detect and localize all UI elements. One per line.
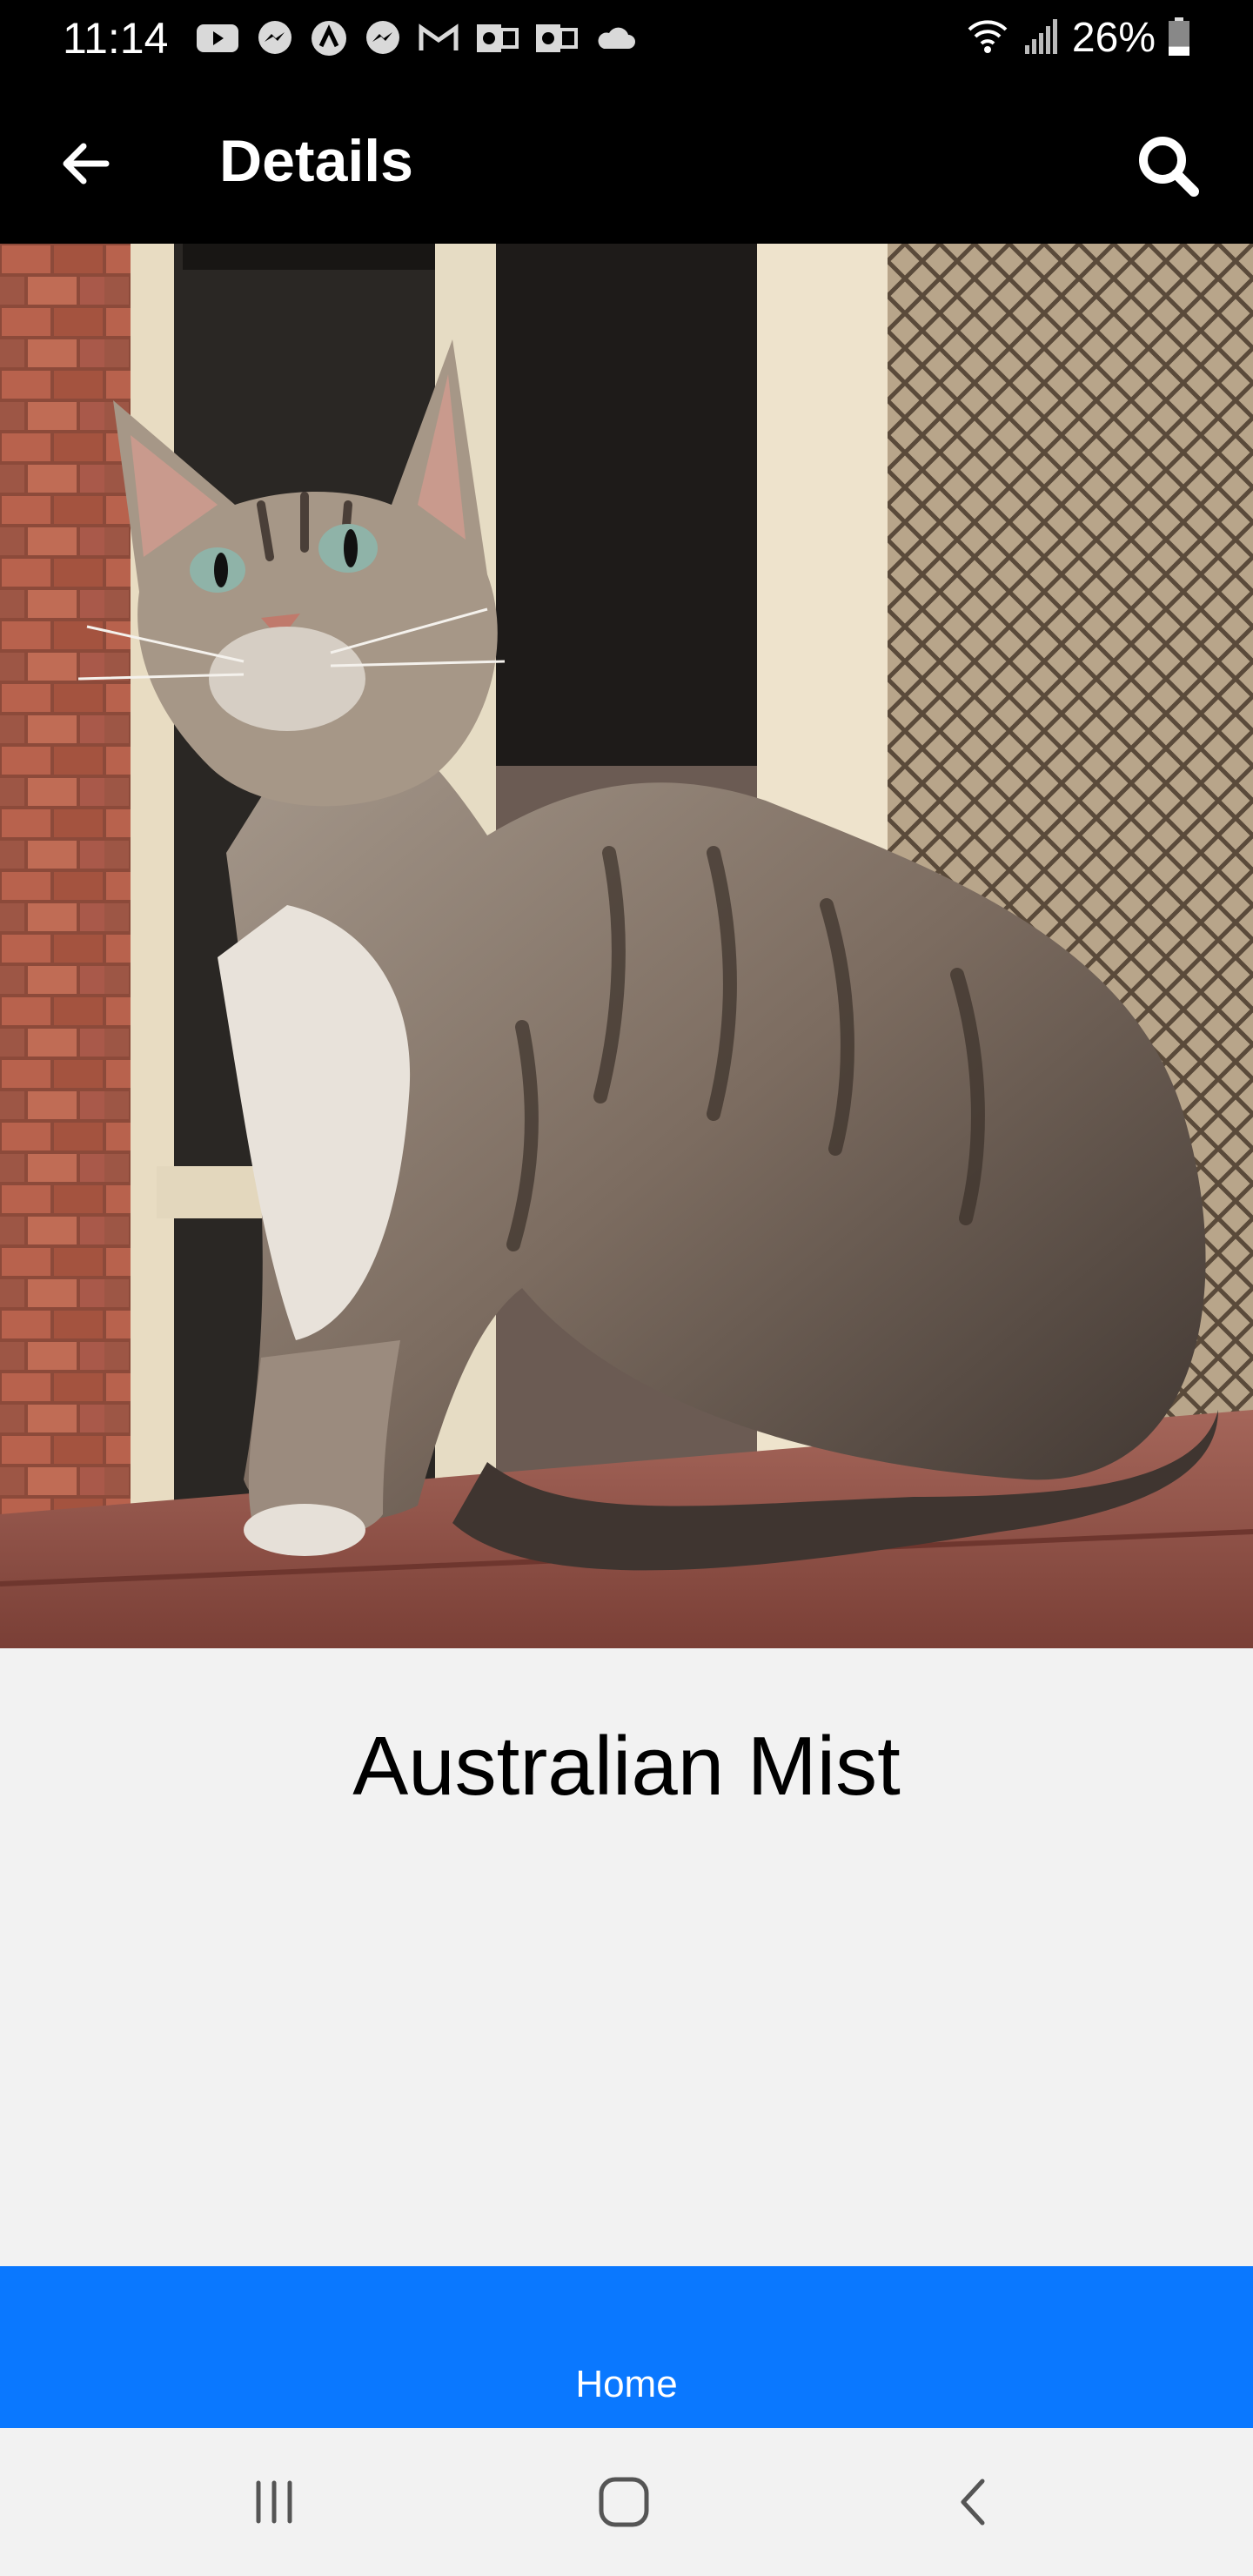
outlook-icon [534, 19, 578, 57]
breed-name: Australian Mist [352, 1720, 901, 1813]
signal-icon [1022, 17, 1060, 60]
wifi-icon [966, 17, 1009, 60]
arrow-left-icon [63, 143, 110, 184]
home-icon [599, 2477, 649, 2527]
messenger-icon [364, 19, 402, 57]
back-button[interactable] [50, 129, 120, 198]
bottom-tab-bar: Home [0, 2266, 1253, 2428]
breed-photo [0, 244, 1253, 1648]
status-bar: 11:14 26% [0, 0, 1253, 78]
system-back-button[interactable] [928, 2463, 1023, 2541]
cloud-icon [593, 21, 637, 56]
gmail-icon [418, 21, 459, 56]
home-button[interactable] [576, 2463, 672, 2541]
search-button[interactable] [1126, 124, 1209, 207]
recents-button[interactable] [226, 2463, 322, 2541]
battery-percent: 26% [1071, 15, 1156, 61]
back-icon [961, 2479, 985, 2526]
app-bar: Details [0, 78, 1253, 244]
outlook-icon [475, 19, 519, 57]
app-a-icon [310, 19, 348, 57]
tab-home-label: Home [575, 2363, 678, 2405]
search-icon [1139, 137, 1199, 197]
status-right: 26% [966, 12, 1190, 64]
messenger-icon [256, 19, 294, 57]
recents-icon [256, 2480, 292, 2524]
status-time: 11:14 [63, 14, 169, 63]
youtube-icon [195, 21, 240, 56]
page-title: Details [219, 128, 413, 194]
notification-icons [195, 17, 637, 59]
system-navigation-bar [0, 2428, 1253, 2576]
battery-icon [1168, 17, 1190, 61]
tab-home[interactable]: Home [0, 2266, 1253, 2428]
